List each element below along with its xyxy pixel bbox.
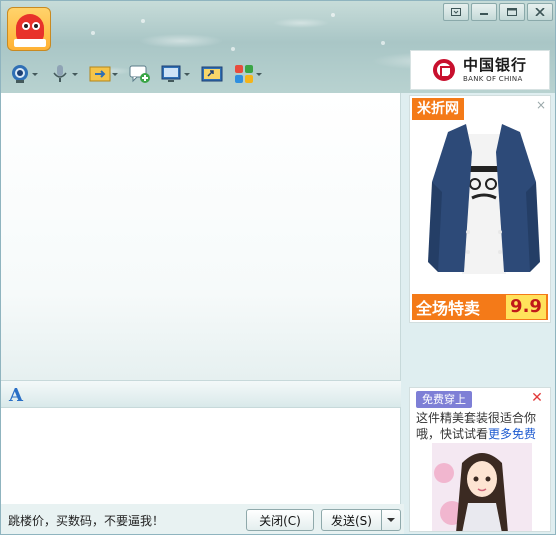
side-ad-top[interactable]: 米折网 × 全场特卖 9.9 <box>409 95 551 323</box>
bank-of-china-logo <box>433 59 455 81</box>
ad-close-icon[interactable]: × <box>534 98 548 112</box>
font-icon[interactable]: A <box>9 385 23 406</box>
bank-of-china-ad[interactable]: 中国银行 BANK OF CHINA <box>410 50 550 90</box>
ad-description: 这件精美套装很适合你哦，快试试看更多免费 <box>416 410 548 442</box>
avatar-dressup-image <box>432 443 532 531</box>
send-file-button[interactable] <box>89 62 119 86</box>
avatar-eye <box>32 22 40 30</box>
status-ad-text[interactable]: 跳楼价，买数码，不要逼我！ <box>8 512 164 529</box>
webcam-button[interactable] <box>9 62 39 86</box>
chevron-down-icon[interactable] <box>111 63 119 85</box>
ad-close-icon[interactable]: ✕ <box>530 391 544 405</box>
bank-name-cn: 中国银行 <box>463 55 528 74</box>
close-button[interactable]: 关闭(C) <box>246 509 314 531</box>
chevron-down-icon[interactable] <box>183 63 191 85</box>
microphone-button[interactable] <box>49 62 79 86</box>
bottom-bar: 跳楼价，买数码，不要逼我！ 关闭(C) 发送(S) <box>1 504 404 534</box>
remote-desktop-button[interactable] <box>161 62 191 86</box>
minimize-icon[interactable] <box>471 3 497 21</box>
chevron-down-icon[interactable] <box>255 63 263 85</box>
avatar-tag <box>14 39 46 47</box>
screen-share-icon <box>201 63 223 85</box>
ad-price: 9.9 <box>506 295 546 319</box>
apps-grid-icon <box>233 63 255 85</box>
bank-name: 中国银行 BANK OF CHINA <box>463 55 528 83</box>
format-toolbar: A <box>1 380 401 408</box>
send-file-icon <box>89 63 111 85</box>
rain-drop <box>91 31 95 35</box>
microphone-icon <box>49 63 71 85</box>
rain-drop <box>141 19 145 23</box>
window-controls <box>443 3 553 21</box>
message-input[interactable] <box>1 408 401 504</box>
close-icon[interactable] <box>527 3 553 21</box>
dropdown-menu-icon[interactable] <box>443 3 469 21</box>
contact-avatar[interactable] <box>7 7 51 51</box>
chevron-down-icon[interactable] <box>31 63 39 85</box>
rain-drop <box>331 13 335 17</box>
jacket-product-image <box>428 124 540 274</box>
chat-toolbar <box>9 61 273 87</box>
avatar-eye <box>22 22 30 30</box>
send-button[interactable]: 发送(S) <box>321 509 382 531</box>
maximize-icon[interactable] <box>499 3 525 21</box>
ad-tagline: 免费穿上 <box>416 391 472 408</box>
create-discussion-icon <box>129 63 151 85</box>
ad-more-link[interactable]: 更多免费 <box>488 427 536 441</box>
chat-header: 中国银行 BANK OF CHINA <box>1 1 555 93</box>
rain-drop <box>231 47 235 51</box>
message-history[interactable] <box>1 93 401 380</box>
ad-brand: 米折网 <box>412 98 464 120</box>
screen-share-button[interactable] <box>201 62 223 86</box>
create-discussion-button[interactable] <box>129 62 151 86</box>
chevron-down-icon[interactable] <box>71 63 79 85</box>
remote-desktop-icon <box>161 63 183 85</box>
rain-drop <box>381 41 385 45</box>
chat-window: 中国银行 BANK OF CHINA A 跳楼价，买数码，不要逼我！ 关闭(C)… <box>0 0 556 535</box>
send-options-chevron-icon[interactable] <box>381 509 401 531</box>
bank-name-en: BANK OF CHINA <box>463 74 523 83</box>
side-ad-bottom[interactable]: 免费穿上 ✕ 这件精美套装很适合你哦，快试试看更多免费 <box>409 387 551 532</box>
ad-sale-banner: 全场特卖 9.9 <box>412 294 548 320</box>
webcam-icon <box>9 63 31 85</box>
apps-button[interactable] <box>233 62 263 86</box>
ad-sale-text: 全场特卖 <box>416 299 481 318</box>
